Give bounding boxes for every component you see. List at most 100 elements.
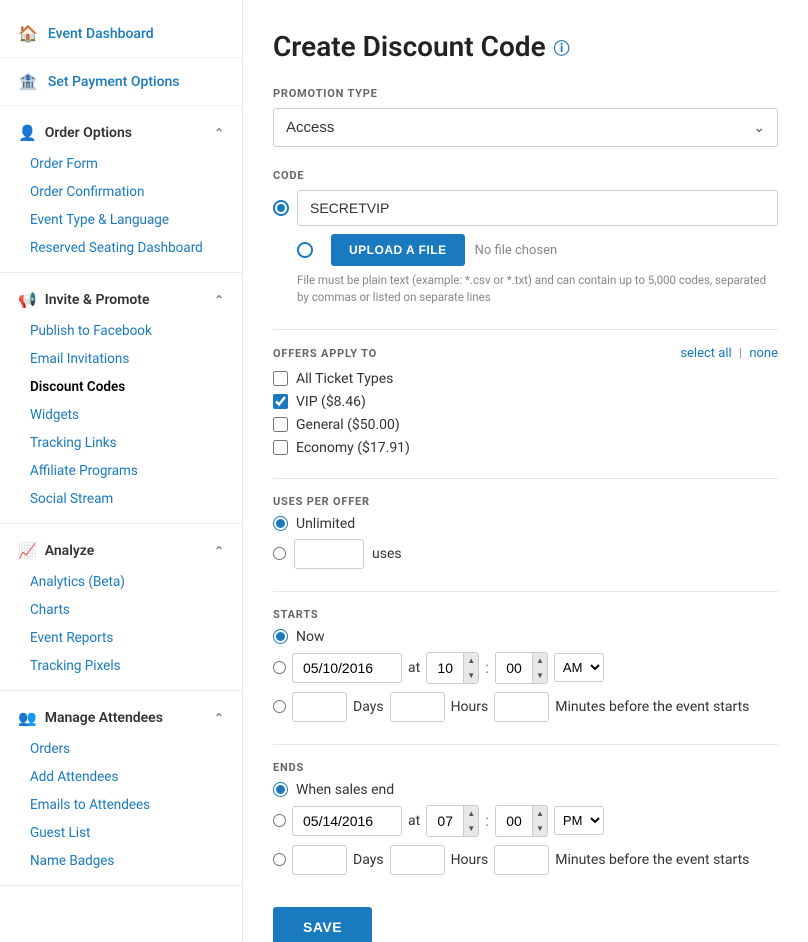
starts-before-radio[interactable] [273, 700, 286, 713]
sidebar-link-orders[interactable]: Orders [0, 735, 242, 763]
unlimited-radio[interactable] [273, 516, 288, 531]
ends-date-input[interactable] [292, 806, 402, 836]
ticket-checkbox-general[interactable] [273, 417, 288, 432]
starts-hour-input[interactable] [427, 655, 463, 681]
starts-hour-up[interactable]: ▲ [464, 653, 478, 668]
ends-sales-radio[interactable] [273, 782, 288, 797]
uses-per-offer-label: USES PER OFFER [273, 495, 778, 508]
starts-date-input[interactable] [292, 653, 402, 683]
starts-hour-down[interactable]: ▼ [464, 668, 478, 683]
ends-at-label: at [408, 813, 420, 829]
sidebar-link-order-form[interactable]: Order Form [0, 150, 242, 178]
starts-hours-input[interactable] [390, 692, 445, 722]
ticket-label-economy: Economy ($17.91) [296, 440, 410, 456]
sidebar-section-header-manage-attendees[interactable]: 👥 Manage Attendees ⌃ [0, 701, 242, 735]
sidebar-link-guest-list[interactable]: Guest List [0, 819, 242, 847]
ends-min-input[interactable] [496, 808, 532, 834]
starts-minutes-input[interactable] [494, 692, 549, 722]
sidebar-section-header-invite-promote[interactable]: 📢 Invite & Promote ⌃ [0, 283, 242, 317]
sidebar-section-header-analyze[interactable]: 📈 Analyze ⌃ [0, 534, 242, 568]
sidebar-section-label-order-options: Order Options [45, 125, 132, 141]
starts-at-label: at [408, 660, 420, 676]
sidebar-section-header-order-options[interactable]: 👤 Order Options ⌃ [0, 116, 242, 150]
starts-min-up[interactable]: ▲ [533, 653, 547, 668]
ends-hour-down[interactable]: ▼ [464, 821, 478, 836]
starts-date-radio[interactable] [273, 661, 286, 674]
sidebar-link-charts[interactable]: Charts [0, 596, 242, 624]
sidebar-section-label-manage-attendees: Manage Attendees [45, 710, 163, 726]
ends-days-input[interactable] [292, 845, 347, 875]
sidebar-item-label-set-payment-options: Set Payment Options [48, 74, 180, 90]
promotion-type-section: PROMOTION TYPE AccessPercent OffDollar O… [273, 87, 778, 147]
ticket-checkbox-all-ticket-types[interactable] [273, 371, 288, 386]
ends-before-radio[interactable] [273, 853, 286, 866]
sidebar-link-name-badges[interactable]: Name Badges [0, 847, 242, 875]
ends-minutes-input[interactable] [494, 845, 549, 875]
sidebar-item-event-dashboard[interactable]: 🏠Event Dashboard [0, 10, 242, 58]
code-radio-manual[interactable] [273, 200, 289, 216]
code-radio-file[interactable] [297, 242, 313, 258]
sidebar-link-email-invitations[interactable]: Email Invitations [0, 345, 242, 373]
sidebar-link-affiliate-programs[interactable]: Affiliate Programs [0, 457, 242, 485]
ends-hour-up[interactable]: ▲ [464, 806, 478, 821]
code-input[interactable] [297, 190, 778, 226]
sidebar: 🏠Event Dashboard 🏦 Set Payment Options 👤 O… [0, 0, 243, 942]
divider-1 [273, 329, 778, 330]
save-button[interactable]: SAVE [273, 907, 372, 942]
offers-header: OFFERS APPLY TO select all | none [273, 346, 778, 361]
sidebar-item-label-event-dashboard: Event Dashboard [48, 26, 154, 42]
starts-label: STARTS [273, 608, 778, 621]
sidebar-link-reserved-seating-dashboard[interactable]: Reserved Seating Dashboard [0, 234, 242, 262]
sidebar-link-tracking-pixels[interactable]: Tracking Pixels [0, 652, 242, 680]
ticket-checkbox-vip[interactable] [273, 394, 288, 409]
sidebar-link-emails-to-attendees[interactable]: Emails to Attendees [0, 791, 242, 819]
ends-min-up[interactable]: ▲ [533, 806, 547, 821]
before-text-ends: Minutes before the event starts [555, 852, 749, 868]
sidebar-link-tracking-links[interactable]: Tracking Links [0, 429, 242, 457]
divider-2 [273, 478, 778, 479]
when-sales-end-label: When sales end [296, 782, 394, 798]
offers-apply-label: OFFERS APPLY TO [273, 347, 377, 360]
starts-min-down[interactable]: ▼ [533, 668, 547, 683]
none-link[interactable]: none [749, 346, 778, 361]
sidebar-link-event-type-language[interactable]: Event Type & Language [0, 206, 242, 234]
starts-days-input[interactable] [292, 692, 347, 722]
ends-ampm-select[interactable]: AMPM [554, 806, 604, 835]
ends-min-down[interactable]: ▼ [533, 821, 547, 836]
custom-uses-radio[interactable] [273, 547, 286, 560]
sidebar-link-order-confirmation[interactable]: Order Confirmation [0, 178, 242, 206]
sidebar-link-event-reports[interactable]: Event Reports [0, 624, 242, 652]
sidebar-link-discount-codes: Discount Codes [0, 373, 242, 401]
sidebar-item-set-payment-options[interactable]: 🏦 Set Payment Options [0, 58, 242, 106]
sidebar-link-social-stream[interactable]: Social Stream [0, 485, 242, 513]
ticket-checkbox-economy[interactable] [273, 440, 288, 455]
sidebar-section-invite-promote: 📢 Invite & Promote ⌃ Publish to Facebook… [0, 273, 242, 524]
upload-file-button[interactable]: UPLOAD A FILE [331, 234, 465, 266]
sidebar-link-widgets[interactable]: Widgets [0, 401, 242, 429]
ticket-label-all-ticket-types: All Ticket Types [296, 371, 393, 387]
sidebar-link-analytics-beta[interactable]: Analytics (Beta) [0, 568, 242, 596]
sidebar-link-publish-facebook[interactable]: Publish to Facebook [0, 317, 242, 345]
starts-ampm-select[interactable]: AMPM [554, 653, 604, 682]
promotion-type-select-wrapper: AccessPercent OffDollar Off ⌄ [273, 108, 778, 147]
chevron-icon-manage-attendees: ⌃ [214, 711, 224, 725]
promotion-type-select[interactable]: AccessPercent OffDollar Off [274, 109, 777, 146]
ends-hours-input[interactable] [390, 845, 445, 875]
starts-min-input[interactable] [496, 655, 532, 681]
divider-4 [273, 744, 778, 745]
sidebar-icon-set-payment-options: 🏦 [18, 72, 38, 91]
starts-now-radio[interactable] [273, 629, 288, 644]
sidebar-link-add-attendees[interactable]: Add Attendees [0, 763, 242, 791]
uses-count-input[interactable] [294, 539, 364, 569]
info-icon[interactable]: ⓘ [554, 35, 570, 59]
select-all-link[interactable]: select all [680, 346, 731, 361]
ticket-type-row-vip: VIP ($8.46) [273, 394, 778, 410]
separator: | [739, 346, 742, 361]
starts-days-row: Days Hours Minutes before the event star… [273, 692, 778, 722]
days-label-ends: Days [353, 852, 384, 868]
ends-min-spinner: ▲ ▼ [495, 805, 548, 837]
days-label-starts: Days [353, 699, 384, 715]
sidebar-section-icon-analyze: 📈 [18, 542, 37, 560]
ends-hour-input[interactable] [427, 808, 463, 834]
ends-date-radio[interactable] [273, 814, 286, 827]
